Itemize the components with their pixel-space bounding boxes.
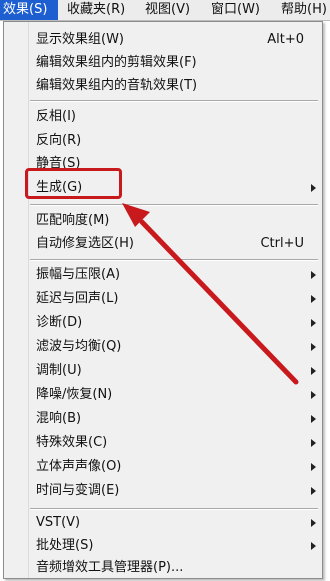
annotation-arrow-icon [122,203,299,385]
